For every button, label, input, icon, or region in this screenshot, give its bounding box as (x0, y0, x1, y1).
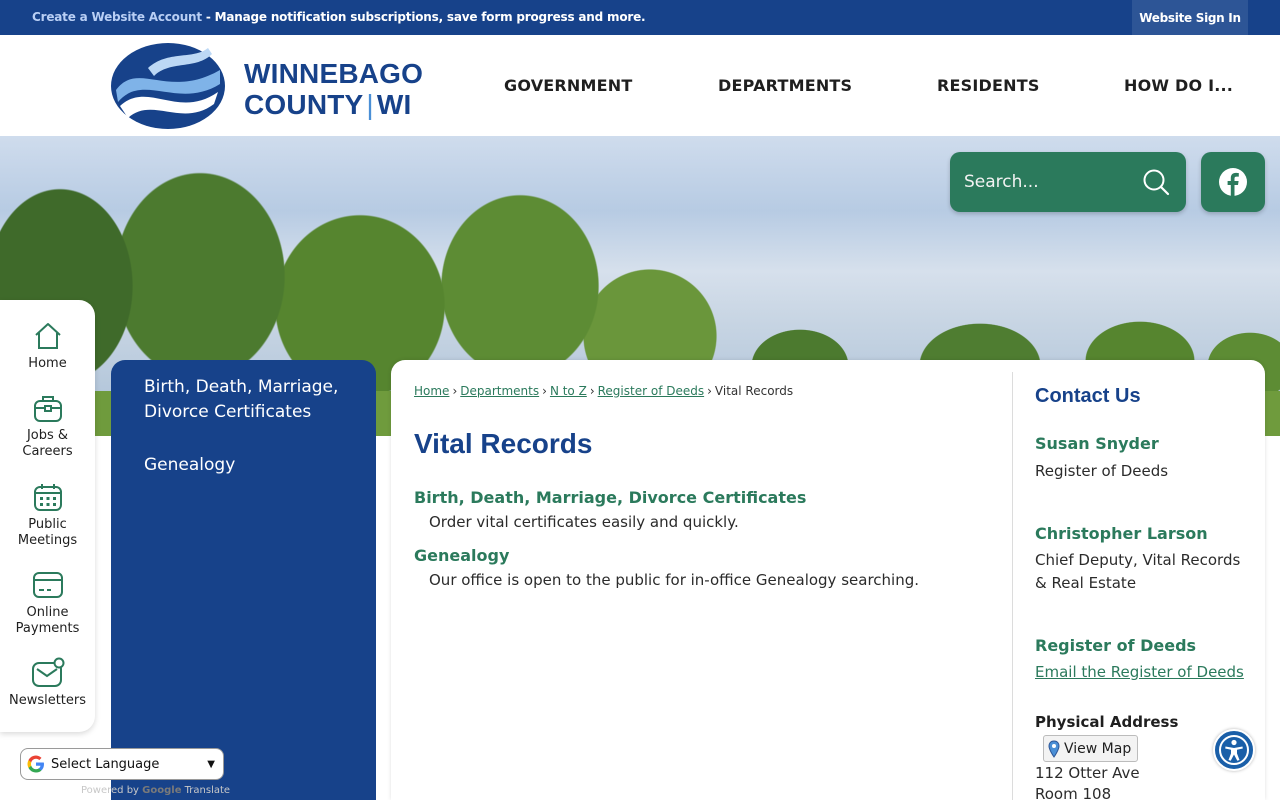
translate-text: Translate (184, 785, 231, 796)
nav-departments[interactable]: DEPARTMENTS (718, 76, 852, 95)
breadcrumb-register-of-deeds[interactable]: Register of Deeds (598, 384, 704, 398)
search-input[interactable] (964, 170, 1134, 194)
main-content: Home › Departments › N to Z › Register of Deed… (391, 360, 1265, 800)
quick-link-label: Jobs & Careers (0, 428, 95, 460)
powered-by-google: Powered by Google Translate (81, 785, 230, 796)
nav-how-do-i[interactable]: HOW DO I... (1124, 76, 1233, 95)
sign-in-button[interactable]: Website Sign In (1132, 0, 1248, 35)
powered-by-text: Powered by (81, 785, 139, 796)
entry-description: Our office is open to the public for in-… (429, 571, 919, 589)
quick-link-label-line2: Careers (22, 444, 73, 459)
wordmark-state: WI (376, 89, 412, 120)
breadcrumb-current: Vital Records (714, 384, 794, 398)
contact-office: Register of Deeds (1035, 636, 1197, 655)
accessibility-button[interactable] (1213, 729, 1255, 771)
view-map-button[interactable]: View Map (1043, 735, 1139, 762)
address-line: 112 Otter Ave (1035, 764, 1140, 782)
quick-links-panel: Home Jobs & Careers Public Meetings Online… (0, 300, 95, 732)
page-title: Vital Records (414, 428, 593, 459)
contact-role: Register of Deeds (1035, 462, 1169, 480)
accessibility-icon (1219, 735, 1249, 765)
breadcrumb: Home › Departments › N to Z › Register of Deed… (414, 384, 793, 398)
wave-logo-icon (111, 43, 225, 129)
breadcrumb-separator: › (589, 384, 595, 398)
create-account-link[interactable]: Create a Website Account (32, 10, 202, 24)
quick-link-label: Online Payments (0, 605, 95, 637)
breadcrumb-separator: › (542, 384, 547, 398)
nav-government[interactable]: GOVERNMENT (504, 76, 632, 95)
quick-link-label-line1: Public (28, 517, 67, 532)
google-wordmark: Google (142, 785, 182, 796)
quick-link-label-line2: Meetings (17, 533, 78, 548)
site-header: WINNEBAGO COUNTY | WI GOVERNMENT DEPARTMEN… (0, 35, 1280, 136)
wordmark-separator: | (366, 89, 374, 120)
utility-bar: Create a Website Account - Manage notifi… (0, 0, 1280, 35)
wordmark-line2: COUNTY | WI (244, 89, 423, 120)
breadcrumb-home[interactable]: Home (414, 384, 449, 398)
quick-link-label: Newsletters (8, 693, 87, 708)
content-divider (1012, 372, 1013, 800)
address-line: Room 108 (1035, 785, 1112, 800)
newsletter-icon (31, 657, 64, 687)
briefcase-icon (33, 396, 62, 422)
quick-link-label: Home (28, 356, 67, 371)
facebook-button[interactable] (1201, 152, 1265, 212)
search-icon (1143, 169, 1170, 196)
county-wordmark: WINNEBAGO COUNTY | WI (244, 58, 423, 120)
breadcrumb-separator: › (452, 384, 458, 398)
quick-link-online-payments[interactable]: Online Payments (0, 569, 95, 637)
quick-link-label-line1: Online (26, 605, 69, 620)
wordmark-line1: WINNEBAGO (244, 58, 424, 89)
email-link[interactable]: Email the Register of Deeds (1035, 663, 1244, 681)
quick-link-home[interactable]: Home (0, 320, 95, 372)
entry-description: Order vital certificates easily and quic… (429, 513, 739, 531)
quick-link-label-line1: Jobs & (26, 428, 69, 443)
quick-link-jobs[interactable]: Jobs & Careers (0, 392, 95, 460)
entry-title-genealogy[interactable]: Genealogy (414, 546, 509, 565)
contact-name: Christopher Larson (1035, 524, 1208, 543)
entry-title-certificates[interactable]: Birth, Death, Marriage, Divorce Certific… (414, 488, 806, 507)
calendar-icon (33, 484, 62, 511)
facebook-icon (1219, 168, 1247, 196)
county-logo[interactable]: WINNEBAGO COUNTY | WI (108, 40, 438, 132)
quick-link-label: Public Meetings (0, 517, 95, 549)
search-button[interactable] (1140, 166, 1172, 198)
contact-heading: Contact Us (1035, 385, 1141, 407)
map-pin-icon (1048, 739, 1060, 758)
section-sidebar: Birth, Death, Marriage, Divorce Certific… (111, 360, 376, 800)
contact-name: Susan Snyder (1035, 434, 1159, 453)
google-g-icon (27, 755, 44, 773)
breadcrumb-n-to-z[interactable]: N to Z (550, 384, 587, 398)
view-map-label: View Map (1064, 740, 1132, 757)
language-select[interactable]: Select Language ▼ (20, 748, 224, 780)
sidebar-item-genealogy[interactable]: Genealogy (144, 453, 354, 478)
language-select-value: Select Language (51, 756, 160, 772)
account-message-text: - Manage notification subscriptions, sav… (201, 10, 646, 24)
quick-link-newsletters[interactable]: Newsletters (0, 657, 95, 709)
breadcrumb-separator: › (707, 384, 712, 398)
credit-card-icon (32, 572, 63, 598)
address-heading: Physical Address (1035, 713, 1179, 731)
quick-link-label-line2: Payments (15, 621, 80, 636)
wordmark-county: COUNTY (244, 89, 364, 120)
quick-link-public-meetings[interactable]: Public Meetings (0, 481, 95, 549)
breadcrumb-departments[interactable]: Departments (460, 384, 539, 398)
home-icon (34, 323, 61, 349)
chevron-down-icon: ▼ (207, 758, 215, 770)
contact-role: Chief Deputy, Vital Records & Real Estat… (1035, 551, 1241, 592)
nav-residents[interactable]: RESIDENTS (937, 76, 1040, 95)
account-message: Create a Website Account - Manage notifi… (32, 10, 646, 24)
sidebar-item-certificates[interactable]: Birth, Death, Marriage, Divorce Certific… (144, 375, 354, 425)
